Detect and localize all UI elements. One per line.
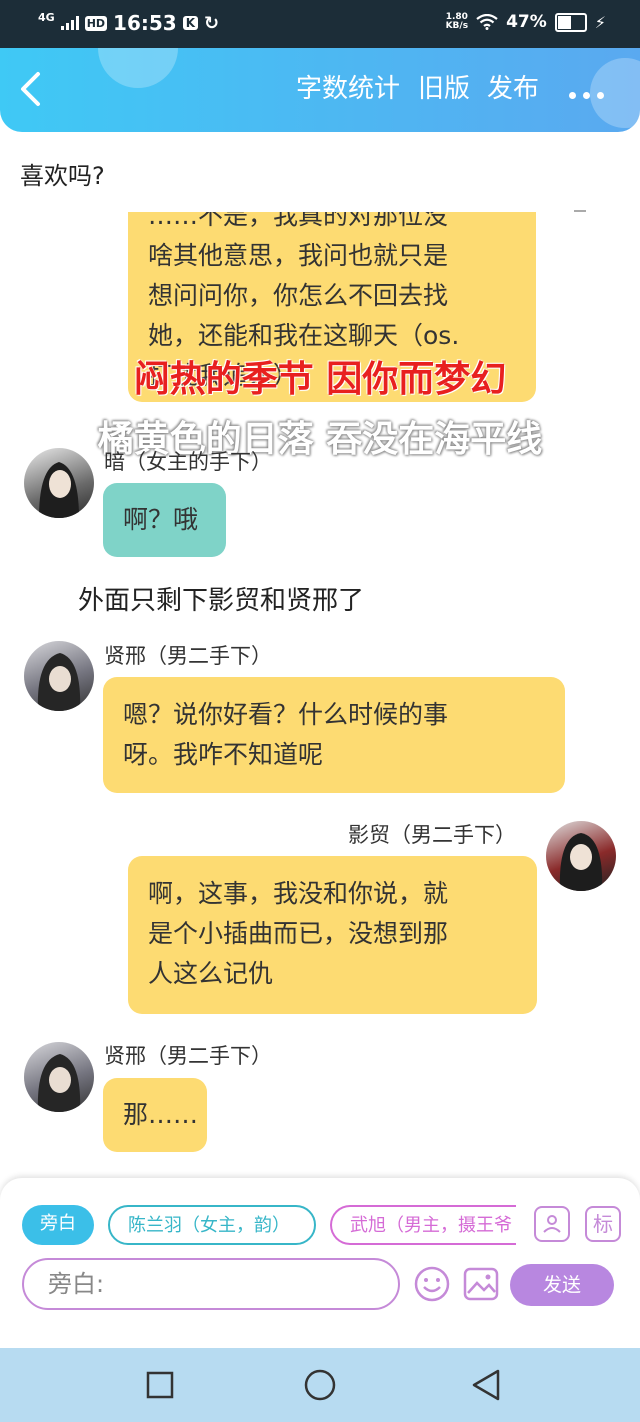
avatar-portrait-icon xyxy=(37,653,81,711)
avatar[interactable] xyxy=(24,448,94,518)
top-toolbar: 字数统计 旧版 发布 xyxy=(0,48,640,132)
avatar[interactable] xyxy=(546,821,616,891)
avatar[interactable] xyxy=(24,641,94,711)
status-left: 4G HD 16:53 K ↻ xyxy=(38,11,219,35)
hd-badge: HD xyxy=(84,15,108,31)
sender-name: 贤邢（男二手下） xyxy=(104,1044,272,1068)
tag-button[interactable]: 标 xyxy=(585,1206,621,1242)
decor-bubble xyxy=(98,48,178,88)
avatar-portrait-icon xyxy=(37,1054,81,1112)
more-button[interactable] xyxy=(569,92,604,99)
wifi-icon xyxy=(476,14,498,30)
sender-name: 影贸（男二手下） xyxy=(348,823,516,847)
sender-name: 贤邢（男二手下） xyxy=(104,644,272,668)
question-text: 喜欢吗? xyxy=(20,162,105,190)
system-nav-bar xyxy=(0,1348,640,1422)
role-card-icon xyxy=(543,1215,561,1233)
message-input[interactable]: 旁白: xyxy=(22,1258,400,1310)
image-icon xyxy=(463,1267,499,1301)
triangle-back-icon[interactable] xyxy=(470,1368,502,1402)
status-right: 1.80 KB/s 47% ⚡ xyxy=(446,12,606,32)
old-version-button[interactable]: 旧版 xyxy=(418,70,470,108)
avatar-portrait-icon xyxy=(559,833,603,891)
word-count-button[interactable]: 字数统计 xyxy=(296,70,400,108)
send-button[interactable]: 发送 xyxy=(510,1264,614,1306)
lyric-overlay-2: 橘黄色的日落 吞没在海平线 xyxy=(97,419,543,460)
emoji-icon xyxy=(414,1266,450,1302)
narration-text: 外面只剩下影贸和贤邢了 xyxy=(78,586,365,616)
chip-character-1[interactable]: 陈兰羽（女主，韵） xyxy=(108,1205,316,1245)
charging-icon: ⚡ xyxy=(594,12,606,32)
message-bubble[interactable]: 嗯？说你好看？什么时候的事 呀。我咋不知道呢 xyxy=(103,677,565,793)
emoji-button[interactable] xyxy=(413,1265,451,1303)
clock: 16:53 xyxy=(113,11,177,35)
signal-icon xyxy=(60,16,79,30)
battery-icon xyxy=(554,12,587,32)
chip-narrator[interactable]: 旁白 xyxy=(22,1205,94,1245)
message-bubble[interactable]: 那…… xyxy=(103,1078,207,1152)
circle-home-icon[interactable] xyxy=(303,1368,337,1402)
avatar[interactable] xyxy=(24,1042,94,1112)
sender-name: 暗（女主的手下） xyxy=(104,450,272,474)
back-button[interactable] xyxy=(18,66,58,112)
back-chevron-icon xyxy=(21,72,40,106)
battery-percent: 47% xyxy=(506,12,547,32)
square-recents-icon[interactable] xyxy=(146,1371,174,1399)
sync-icon: ↻ xyxy=(204,12,220,34)
more-dots-icon xyxy=(569,92,576,99)
image-button[interactable] xyxy=(462,1265,500,1303)
k-app-icon: K xyxy=(182,16,199,30)
lyric-overlay-1: 闷热的季节 因你而梦幻 xyxy=(133,359,507,400)
message-bubble[interactable]: 啊，这事，我没和你说，就 是个小插曲而已，没想到那 人这么记仇 xyxy=(128,856,537,1014)
publish-button[interactable]: 发布 xyxy=(487,70,539,108)
network-type: 4G xyxy=(38,10,55,24)
avatar-portrait-icon xyxy=(39,462,79,518)
status-bar: 4G HD 16:53 K ↻ 1.80 KB/s 47% ⚡ xyxy=(0,0,640,48)
message-bubble[interactable]: 啊？哦 xyxy=(103,483,226,557)
net-speed: 1.80 KB/s xyxy=(445,12,469,31)
chip-character-2[interactable]: 武旭（男主，摄王爷 xyxy=(330,1205,516,1245)
role-card-button[interactable] xyxy=(534,1206,570,1242)
scroll-indicator xyxy=(574,210,586,212)
